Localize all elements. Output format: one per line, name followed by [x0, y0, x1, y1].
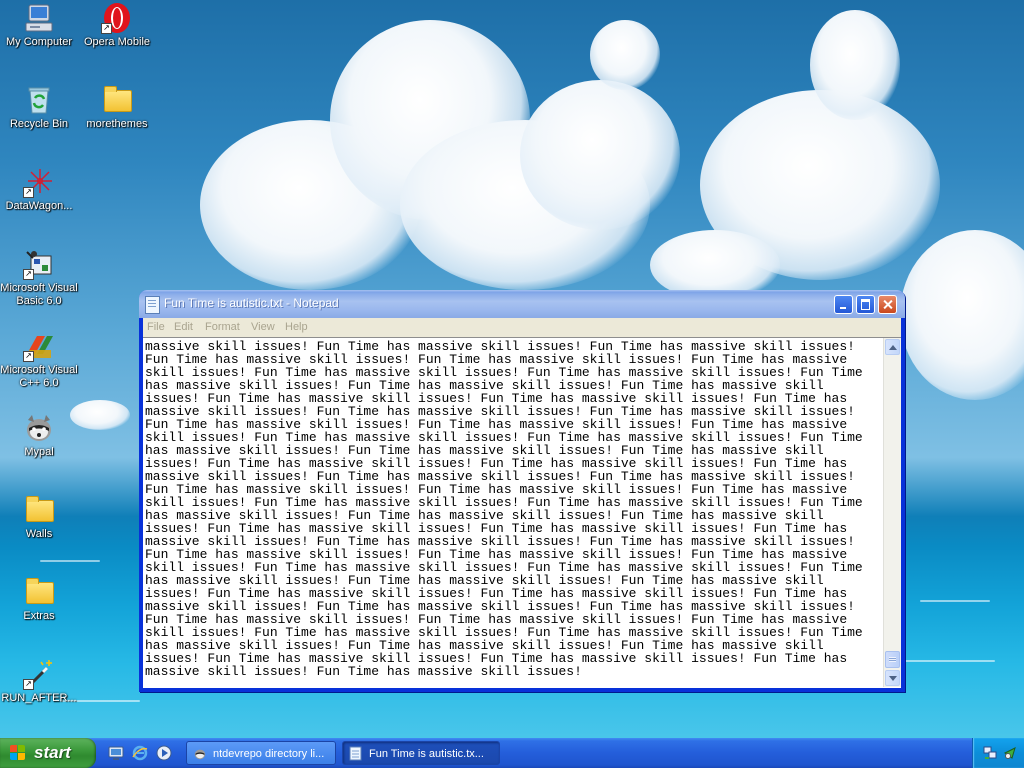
notepad-icon [145, 296, 160, 314]
desktop-icon-visual-cpp[interactable]: ↗ Microsoft Visual C++ 6.0 [0, 330, 78, 390]
desktop-icon-label: Microsoft Visual Basic 6.0 [0, 282, 78, 307]
visual-cpp-icon: ↗ [23, 330, 55, 362]
minimize-button[interactable] [834, 295, 853, 314]
mypal-icon [193, 746, 207, 761]
internet-explorer-icon[interactable] [132, 745, 148, 761]
menu-edit[interactable]: Edit [174, 321, 193, 333]
shortcut-arrow-icon: ↗ [23, 679, 34, 690]
taskbar-button-label: Fun Time is autistic.tx... [369, 748, 484, 760]
datawagon-icon: ↗ [23, 166, 55, 198]
cloud [900, 230, 1024, 400]
desktop-icon-my-computer[interactable]: My Computer [0, 2, 78, 49]
taskbar-button-label: ntdevrepo directory li... [213, 748, 325, 760]
desktop-icon-opera-mobile[interactable]: ↗ Opera Mobile [78, 2, 156, 49]
desktop-icon-extras[interactable]: Extras [0, 576, 78, 623]
sea-glint [905, 660, 995, 662]
desktop-icon-label: Opera Mobile [83, 36, 151, 48]
scrollbar-thumb[interactable] [885, 651, 900, 668]
desktop-icon-visual-basic[interactable]: ↗ Microsoft Visual Basic 6.0 [0, 248, 78, 308]
notepad-editor[interactable]: massive skill issues! Fun Time has massi… [143, 337, 901, 688]
sea-glint [920, 600, 990, 602]
desktop-icon[interactable] [108, 745, 124, 761]
folder-icon [23, 576, 55, 608]
desktop-icon-label: Mypal [24, 446, 54, 458]
folder-icon [23, 494, 55, 526]
menu-view[interactable]: View [251, 321, 275, 333]
desktop-icon-label: RUN_AFTER... [1, 692, 77, 704]
notepad-window[interactable]: Fun Time is autistic.txt - Notepad File … [139, 290, 905, 692]
desktop-icon-label: Extras [23, 610, 55, 622]
opera-icon: ↗ [101, 2, 133, 34]
cloud [590, 20, 660, 90]
vertical-scrollbar[interactable] [883, 338, 901, 687]
desktop-icon-recycle-bin[interactable]: Recycle Bin [0, 84, 78, 131]
folder-icon [101, 84, 133, 116]
desktop-icon-mypal[interactable]: Mypal [0, 412, 78, 459]
desktop-icon-label: morethemes [86, 118, 148, 130]
system-tray [972, 738, 1024, 768]
taskbar: start ntdevrepo directory li... Fun Time… [0, 738, 1024, 768]
start-label: start [34, 743, 71, 762]
desktop-icon-walls[interactable]: Walls [0, 494, 78, 541]
desktop-icon-label: Recycle Bin [9, 118, 69, 130]
desktop-icon-label: DataWagon... [5, 200, 73, 212]
notepad-title-bar[interactable]: Fun Time is autistic.txt - Notepad [139, 290, 905, 318]
shortcut-arrow-icon: ↗ [101, 23, 112, 34]
desktop-icon-label: Walls [25, 528, 53, 540]
mypal-icon [23, 412, 55, 444]
cloud [810, 10, 900, 120]
taskbar-button-mypal[interactable]: ntdevrepo directory li... [186, 741, 336, 765]
system-tray-icon[interactable] [1003, 746, 1017, 760]
desktop-icon-morethemes[interactable]: morethemes [78, 84, 156, 131]
scroll-down-button[interactable] [885, 670, 900, 686]
notepad-icon [349, 746, 363, 761]
window-title: Fun Time is autistic.txt - Notepad [164, 296, 339, 310]
visual-basic-icon: ↗ [23, 248, 55, 280]
menu-file[interactable]: File [147, 321, 165, 333]
maximize-button[interactable] [856, 295, 875, 314]
cloud [520, 80, 680, 230]
menu-format[interactable]: Format [205, 321, 240, 333]
shortcut-arrow-icon: ↗ [23, 269, 34, 280]
close-button[interactable] [878, 295, 897, 314]
shortcut-arrow-icon: ↗ [23, 187, 34, 198]
media-player-icon[interactable] [156, 745, 172, 761]
cloud [70, 400, 130, 430]
wand-icon: ↗ [23, 658, 55, 690]
menu-help[interactable]: Help [285, 321, 308, 333]
menu-bar: File Edit Format View Help [143, 318, 901, 337]
quick-launch [104, 738, 180, 768]
my-computer-icon [23, 2, 55, 34]
desktop-icon-label: Microsoft Visual C++ 6.0 [0, 364, 78, 389]
desktop-icon-run-after[interactable]: ↗ RUN_AFTER... [0, 658, 78, 705]
notepad-text-area[interactable]: massive skill issues! Fun Time has massi… [145, 340, 883, 684]
sea-glint [40, 560, 100, 562]
recycle-bin-icon [23, 84, 55, 116]
network-icon[interactable] [983, 746, 997, 760]
desktop-icon-datawagon[interactable]: ↗ DataWagon... [0, 166, 78, 213]
scroll-up-button[interactable] [885, 339, 900, 355]
taskbar-button-notepad[interactable]: Fun Time is autistic.tx... [342, 741, 500, 765]
start-button[interactable]: start [0, 738, 96, 768]
desktop-icon-label: My Computer [5, 36, 73, 48]
windows-flag-icon [10, 745, 26, 761]
shortcut-arrow-icon: ↗ [23, 351, 34, 362]
